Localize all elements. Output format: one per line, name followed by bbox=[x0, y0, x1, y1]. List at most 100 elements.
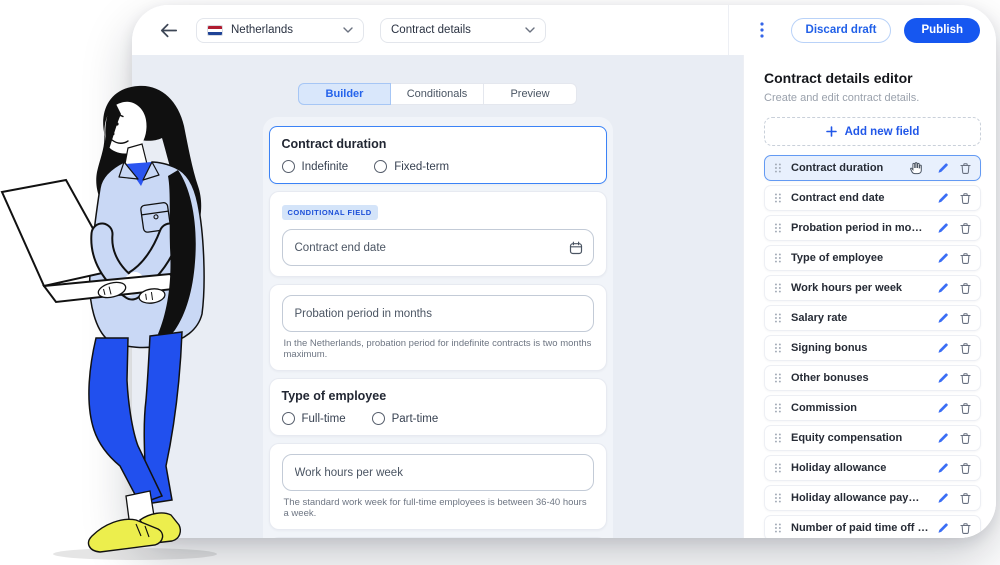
edit-field-button[interactable] bbox=[937, 402, 949, 414]
edit-field-button[interactable] bbox=[937, 162, 949, 174]
delete-field-button[interactable] bbox=[960, 462, 971, 475]
form-sheet: Contract duration Indefinite Fixed-term bbox=[263, 117, 613, 538]
drag-handle-icon[interactable] bbox=[774, 252, 782, 264]
drag-handle-icon[interactable] bbox=[774, 492, 782, 504]
back-button[interactable] bbox=[156, 17, 182, 43]
delete-field-button[interactable] bbox=[960, 372, 971, 385]
edit-field-button[interactable] bbox=[937, 312, 949, 324]
country-select[interactable]: Netherlands bbox=[196, 18, 364, 43]
edit-field-button[interactable] bbox=[937, 192, 949, 204]
field-list: Contract duration Contract end date bbox=[764, 155, 981, 538]
field-row-equity-compensation[interactable]: Equity compensation bbox=[764, 425, 981, 451]
edit-field-button[interactable] bbox=[937, 492, 949, 504]
radio-part-time-label: Part-time bbox=[392, 413, 439, 425]
content: Builder Conditionals Preview Contract du… bbox=[132, 55, 996, 538]
add-new-field-button[interactable]: Add new field bbox=[764, 117, 981, 146]
field-row-salary-rate[interactable]: Salary rate bbox=[764, 305, 981, 331]
edit-field-button[interactable] bbox=[937, 462, 949, 474]
drag-handle-icon[interactable] bbox=[774, 222, 782, 234]
trash-icon bbox=[960, 312, 971, 325]
edit-field-button[interactable] bbox=[937, 282, 949, 294]
pencil-icon bbox=[937, 462, 949, 474]
delete-field-button[interactable] bbox=[960, 282, 971, 295]
field-row-label: Other bonuses bbox=[791, 372, 929, 384]
field-row-probation-period[interactable]: Probation period in months bbox=[764, 215, 981, 241]
calendar-icon[interactable] bbox=[569, 241, 583, 255]
delete-field-button[interactable] bbox=[960, 432, 971, 445]
publish-button[interactable]: Publish bbox=[904, 18, 980, 43]
radio-part-time[interactable]: Part-time bbox=[372, 412, 439, 425]
drag-handle-icon[interactable] bbox=[774, 432, 782, 444]
panel-subtitle: Create and edit contract details. bbox=[764, 92, 981, 104]
field-row-holiday-allowance-frequency[interactable]: Holiday allowance payment fre... bbox=[764, 485, 981, 511]
template-select[interactable]: Contract details bbox=[380, 18, 546, 43]
drag-handle-icon[interactable] bbox=[774, 162, 782, 174]
field-row-label: Work hours per week bbox=[791, 282, 929, 294]
topbar-actions: Discard draft Publish bbox=[728, 5, 980, 55]
delete-field-button[interactable] bbox=[960, 492, 971, 505]
field-row-commission[interactable]: Commission bbox=[764, 395, 981, 421]
field-row-work-hours[interactable]: Work hours per week bbox=[764, 275, 981, 301]
contract-end-date-input[interactable] bbox=[282, 229, 594, 266]
delete-field-button[interactable] bbox=[960, 222, 971, 235]
delete-field-button[interactable] bbox=[960, 522, 971, 535]
delete-field-button[interactable] bbox=[960, 402, 971, 415]
edit-field-button[interactable] bbox=[937, 372, 949, 384]
probation-input[interactable] bbox=[282, 295, 594, 332]
delete-field-button[interactable] bbox=[960, 192, 971, 205]
radio-full-time[interactable]: Full-time bbox=[282, 412, 346, 425]
drag-handle-icon[interactable] bbox=[774, 372, 782, 384]
edit-field-button[interactable] bbox=[937, 522, 949, 534]
field-row-label: Salary rate bbox=[791, 312, 929, 324]
employee-type-field: Type of employee Full-time Part-time bbox=[269, 378, 607, 436]
pencil-icon bbox=[937, 432, 949, 444]
pencil-icon bbox=[937, 162, 949, 174]
drag-handle-icon[interactable] bbox=[774, 402, 782, 414]
delete-field-button[interactable] bbox=[960, 252, 971, 265]
employee-type-options: Full-time Part-time bbox=[282, 412, 594, 425]
drag-handle-icon[interactable] bbox=[774, 522, 782, 534]
work-hours-field: The standard work week for full-time emp… bbox=[269, 443, 607, 530]
drag-handle-icon[interactable] bbox=[774, 192, 782, 204]
field-row-contract-duration[interactable]: Contract duration bbox=[764, 155, 981, 181]
template-select-value: Contract details bbox=[391, 24, 517, 36]
drag-handle-icon[interactable] bbox=[774, 312, 782, 324]
tab-preview[interactable]: Preview bbox=[484, 83, 577, 105]
field-row-label: Holiday allowance payment fre... bbox=[791, 492, 929, 504]
contract-duration-field[interactable]: Contract duration Indefinite Fixed-term bbox=[269, 126, 607, 184]
pencil-icon bbox=[937, 282, 949, 294]
drag-handle-icon[interactable] bbox=[774, 282, 782, 294]
probation-field: In the Netherlands, probation period for… bbox=[269, 284, 607, 371]
field-row-label: Contract duration bbox=[791, 162, 903, 174]
tab-builder[interactable]: Builder bbox=[298, 83, 391, 105]
delete-field-button[interactable] bbox=[960, 312, 971, 325]
radio-circle-icon bbox=[372, 412, 385, 425]
work-hours-input[interactable] bbox=[282, 454, 594, 491]
drag-handle-icon[interactable] bbox=[774, 462, 782, 474]
field-row-holiday-allowance[interactable]: Holiday allowance bbox=[764, 455, 981, 481]
delete-field-button[interactable] bbox=[960, 162, 971, 175]
field-row-contract-end-date[interactable]: Contract end date bbox=[764, 185, 981, 211]
delete-field-button[interactable] bbox=[960, 342, 971, 355]
pencil-icon bbox=[937, 372, 949, 384]
edit-field-button[interactable] bbox=[937, 432, 949, 444]
tab-conditionals[interactable]: Conditionals bbox=[391, 83, 484, 105]
conditional-field-badge: CONDITIONAL FIELD bbox=[282, 205, 378, 220]
field-row-signing-bonus[interactable]: Signing bonus bbox=[764, 335, 981, 361]
radio-indefinite[interactable]: Indefinite bbox=[282, 160, 349, 173]
field-row-paid-time-off[interactable]: Number of paid time off days bbox=[764, 515, 981, 538]
discard-draft-button[interactable]: Discard draft bbox=[791, 18, 892, 43]
edit-field-button[interactable] bbox=[937, 342, 949, 354]
edit-field-button[interactable] bbox=[937, 222, 949, 234]
field-row-type-of-employee[interactable]: Type of employee bbox=[764, 245, 981, 271]
trash-icon bbox=[960, 492, 971, 505]
add-new-field-label: Add new field bbox=[845, 126, 920, 138]
more-options-button[interactable] bbox=[751, 19, 773, 41]
field-row-other-bonuses[interactable]: Other bonuses bbox=[764, 365, 981, 391]
pencil-icon bbox=[937, 192, 949, 204]
edit-field-button[interactable] bbox=[937, 252, 949, 264]
radio-fixed-term[interactable]: Fixed-term bbox=[374, 160, 449, 173]
radio-fixed-term-label: Fixed-term bbox=[394, 161, 449, 173]
drag-handle-icon[interactable] bbox=[774, 342, 782, 354]
pencil-icon bbox=[937, 222, 949, 234]
